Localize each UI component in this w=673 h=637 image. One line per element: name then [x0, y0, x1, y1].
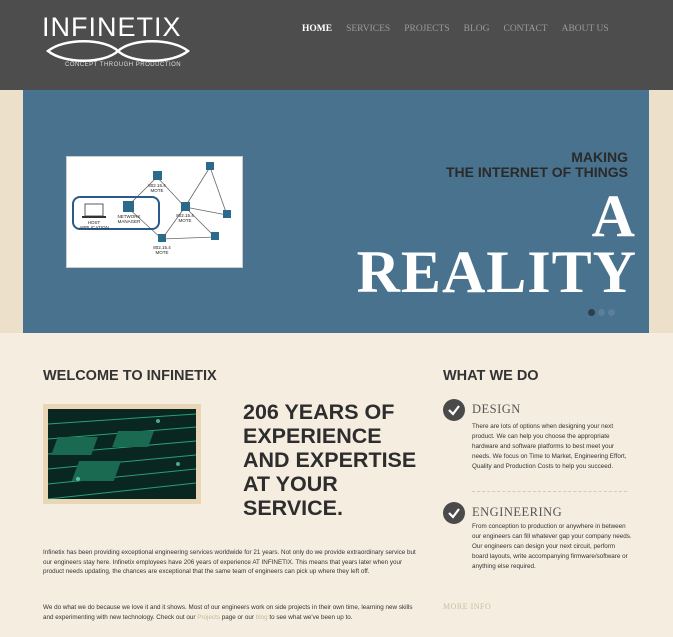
- main-nav: HOME SERVICES PROJECTS BLOG CONTACT ABOU…: [302, 24, 623, 34]
- network-diagram-drawing: 802.15.4MOTE NETWORKMANAGER 802.15.4MOTE…: [72, 162, 231, 255]
- logo-tagline: CONCEPT THROUGH PRODUCTION: [65, 62, 182, 68]
- welcome-paragraph-1: Infinetix has been providing exceptional…: [43, 549, 416, 575]
- nav-blog[interactable]: BLOG: [464, 24, 490, 34]
- nav-services[interactable]: SERVICES: [346, 24, 390, 34]
- welcome-title: WELCOME TO INFINETIX: [43, 368, 217, 384]
- svg-text:MANAGER: MANAGER: [118, 219, 142, 224]
- design-text: There are lots of options when designing…: [472, 423, 627, 470]
- logo[interactable]: INFINETIX CONCEPT THROUGH PRODUCTION: [42, 12, 192, 74]
- slider-dots: [588, 309, 618, 316]
- projects-link[interactable]: Projects: [197, 614, 220, 621]
- more-info-link[interactable]: MORE INFO: [443, 602, 491, 611]
- paragraph-text: to see what we've been up to.: [267, 613, 353, 621]
- checkmark-icon: [443, 502, 465, 524]
- svg-text:MOTE: MOTE: [156, 250, 169, 255]
- hero-line-making: MAKING: [571, 149, 628, 165]
- nav-projects[interactable]: PROJECTS: [404, 24, 449, 34]
- slider-dot-2[interactable]: [598, 309, 605, 316]
- logo-text: INFINETIX: [42, 12, 182, 42]
- divider: [472, 491, 627, 492]
- engineering-text: From conception to production or anywher…: [472, 523, 632, 570]
- engineering-title: ENGINEERING: [472, 505, 563, 519]
- nav-contact[interactable]: CONTACT: [503, 24, 547, 34]
- network-diagram: 802.15.4 MOTE NETWORK MANAGER 802.15.4 MOTE…: [66, 156, 243, 268]
- paragraph-text: page or our: [220, 613, 256, 621]
- hero-line-reality: REALITY: [356, 239, 637, 305]
- checkmark-icon: [443, 399, 465, 421]
- welcome-paragraph-2: We do what we do because we love it and …: [43, 603, 423, 622]
- svg-text:MOTE: MOTE: [151, 188, 164, 193]
- svg-text:APPLICATION: APPLICATION: [79, 225, 108, 230]
- infinity-icon: [46, 40, 190, 62]
- experience-heading: 206 YEARS OF EXPERIENCE AND EXPERTISE AT…: [243, 400, 417, 520]
- hero-line-iot: THE INTERNET OF THINGS: [446, 164, 628, 180]
- nav-home[interactable]: HOME: [302, 24, 332, 34]
- hero-slider: 802.15.4 MOTE NETWORK MANAGER 802.15.4 MOTE…: [23, 90, 649, 333]
- site-header: INFINETIX CONCEPT THROUGH PRODUCTION HOM…: [0, 0, 673, 90]
- circuit-board-image: [43, 404, 201, 504]
- svg-text:MOTE: MOTE: [179, 218, 192, 223]
- nav-about-us[interactable]: ABOUT US: [562, 24, 609, 34]
- design-title: DESIGN: [472, 402, 521, 416]
- slider-dot-1[interactable]: [588, 309, 595, 316]
- slider-dot-3[interactable]: [608, 309, 615, 316]
- what-we-do-title: WHAT WE DO: [443, 368, 539, 384]
- blog-link[interactable]: blog: [256, 614, 268, 621]
